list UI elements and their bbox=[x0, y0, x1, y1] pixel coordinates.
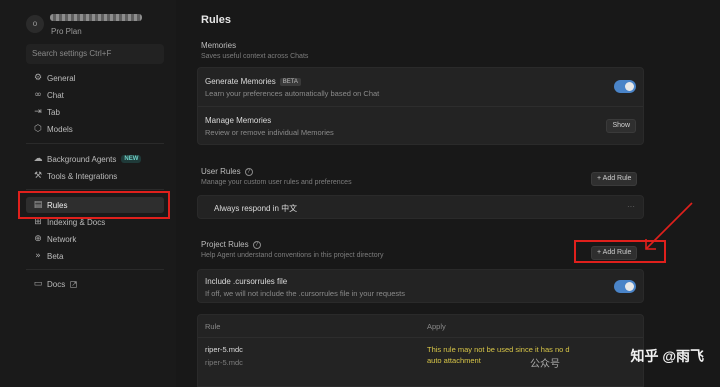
user-rule-text: Always respond in 中文 bbox=[214, 204, 298, 213]
add-project-rule-button[interactable]: + Add Rule bbox=[591, 246, 638, 260]
beta-icon: » bbox=[35, 251, 41, 261]
show-memories-button[interactable]: Show bbox=[606, 119, 636, 133]
infinity-icon: ∞ bbox=[34, 90, 42, 100]
user-rules-desc: Manage your custom user rules and prefer… bbox=[201, 179, 352, 186]
user-rules-title: User Rules ? bbox=[201, 167, 253, 176]
row-separator bbox=[198, 337, 643, 338]
memories-card: Generate Memories BETA Learn your prefer… bbox=[197, 67, 644, 145]
more-options-icon[interactable]: ··· bbox=[627, 202, 635, 211]
generate-memories-label: Generate Memories bbox=[205, 77, 276, 86]
sidebar-item-general[interactable]: ⚙ General bbox=[26, 70, 164, 86]
beta-badge: BETA bbox=[279, 77, 301, 86]
user-rule-item[interactable]: Always respond in 中文 ··· bbox=[197, 195, 644, 219]
sidebar-item-chat[interactable]: ∞ Chat bbox=[26, 87, 164, 103]
settings-sidebar: o Pro Plan Search settings Ctrl+F ⚙ Gene… bbox=[0, 0, 176, 387]
include-cursorrules-title: Include .cursorrules file bbox=[205, 277, 288, 286]
sidebar-item-label: Tools & Integrations bbox=[47, 171, 118, 181]
sidebar-item-label: Rules bbox=[47, 200, 68, 210]
project-rules-title: Project Rules ? bbox=[201, 240, 261, 249]
generate-memories-title: Generate Memories BETA bbox=[205, 77, 301, 86]
row-separator bbox=[198, 106, 643, 107]
cursorrules-card: Include .cursorrules file If off, we wil… bbox=[197, 269, 644, 303]
apply-warning-line2: auto attachment bbox=[427, 356, 481, 365]
external-link-icon: ↗ bbox=[70, 280, 78, 288]
watermark-account: 公众号 bbox=[530, 359, 560, 370]
include-cursorrules-desc: If off, we will not include the .cursorr… bbox=[205, 289, 405, 298]
info-icon[interactable]: ? bbox=[252, 240, 261, 249]
indexing-icon: ⊞ bbox=[34, 217, 42, 227]
sidebar-item-tools-integrations[interactable]: ⚒ Tools & Integrations bbox=[26, 168, 164, 184]
gear-icon: ⚙ bbox=[33, 73, 43, 83]
rule-file: riper-5.mdc bbox=[205, 358, 243, 367]
cube-icon: ⬡ bbox=[34, 124, 42, 134]
sidebar-item-background-agents[interactable]: ☁ Background Agents NEW bbox=[26, 151, 164, 167]
cloud-icon: ☁ bbox=[33, 154, 43, 164]
memories-desc: Saves useful context across Chats bbox=[201, 53, 309, 60]
project-rules-desc: Help Agent understand conventions in thi… bbox=[201, 252, 384, 259]
sidebar-item-network[interactable]: ⊕ Network bbox=[26, 231, 164, 247]
manage-memories-desc: Review or remove individual Memories bbox=[205, 128, 334, 137]
generate-memories-toggle[interactable] bbox=[614, 80, 636, 93]
rule-name: riper-5.mdc bbox=[205, 345, 243, 354]
sidebar-item-label: Beta bbox=[47, 251, 64, 261]
info-icon[interactable]: ? bbox=[244, 167, 253, 176]
sidebar-item-label: Docs bbox=[47, 279, 66, 289]
project-rules-table: Rule Apply riper-5.mdc riper-5.mdc This … bbox=[197, 314, 644, 387]
new-badge: NEW bbox=[121, 155, 142, 163]
page-title: Rules bbox=[201, 14, 231, 26]
user-rules-label: User Rules bbox=[201, 167, 241, 176]
sidebar-item-docs[interactable]: ▭ Docs ↗ bbox=[26, 276, 164, 292]
memories-title: Memories bbox=[201, 41, 237, 50]
user-name-redacted bbox=[50, 14, 142, 21]
sidebar-item-tab[interactable]: ⇥ Tab bbox=[26, 104, 164, 120]
column-header-rule: Rule bbox=[205, 322, 221, 331]
sidebar-item-label: Background Agents bbox=[47, 154, 117, 164]
sidebar-divider bbox=[26, 269, 164, 270]
globe-icon: ⊕ bbox=[34, 234, 42, 244]
settings-main: Rules Memories Saves useful context acro… bbox=[176, 0, 720, 387]
search-settings-input[interactable]: Search settings Ctrl+F bbox=[26, 44, 164, 64]
tab-arrow-icon: ⇥ bbox=[34, 107, 42, 117]
plan-label: Pro Plan bbox=[51, 27, 82, 36]
sidebar-item-label: Network bbox=[47, 234, 77, 244]
project-rules-label: Project Rules bbox=[201, 240, 249, 249]
sidebar-item-label: Tab bbox=[47, 107, 60, 117]
sidebar-item-rules[interactable]: ▤ Rules bbox=[26, 197, 164, 213]
watermark: 知乎 @雨飞 bbox=[630, 348, 704, 364]
tools-icon: ⚒ bbox=[33, 171, 43, 181]
generate-memories-desc: Learn your preferences automatically bas… bbox=[205, 89, 380, 98]
include-cursorrules-toggle[interactable] bbox=[614, 280, 636, 293]
sidebar-item-label: Models bbox=[47, 124, 73, 134]
sidebar-item-label: Chat bbox=[47, 90, 64, 100]
book-icon: ▭ bbox=[33, 279, 43, 289]
sidebar-divider bbox=[26, 189, 164, 190]
column-header-apply: Apply bbox=[427, 322, 446, 331]
manage-memories-title: Manage Memories bbox=[205, 116, 272, 125]
clipboard-icon: ▤ bbox=[33, 200, 43, 210]
add-user-rule-button[interactable]: + Add Rule bbox=[591, 172, 638, 186]
sidebar-item-beta[interactable]: » Beta bbox=[26, 248, 164, 264]
apply-warning: This rule may not be used since it has n… bbox=[427, 345, 570, 354]
sidebar-item-models[interactable]: ⬡ Models bbox=[26, 121, 164, 137]
sidebar-divider bbox=[26, 143, 164, 144]
sidebar-item-label: General bbox=[47, 73, 76, 83]
sidebar-item-label: Indexing & Docs bbox=[47, 217, 106, 227]
avatar: o bbox=[26, 15, 44, 33]
sidebar-item-indexing-docs[interactable]: ⊞ Indexing & Docs bbox=[26, 214, 164, 230]
user-profile[interactable]: o Pro Plan bbox=[26, 12, 166, 40]
